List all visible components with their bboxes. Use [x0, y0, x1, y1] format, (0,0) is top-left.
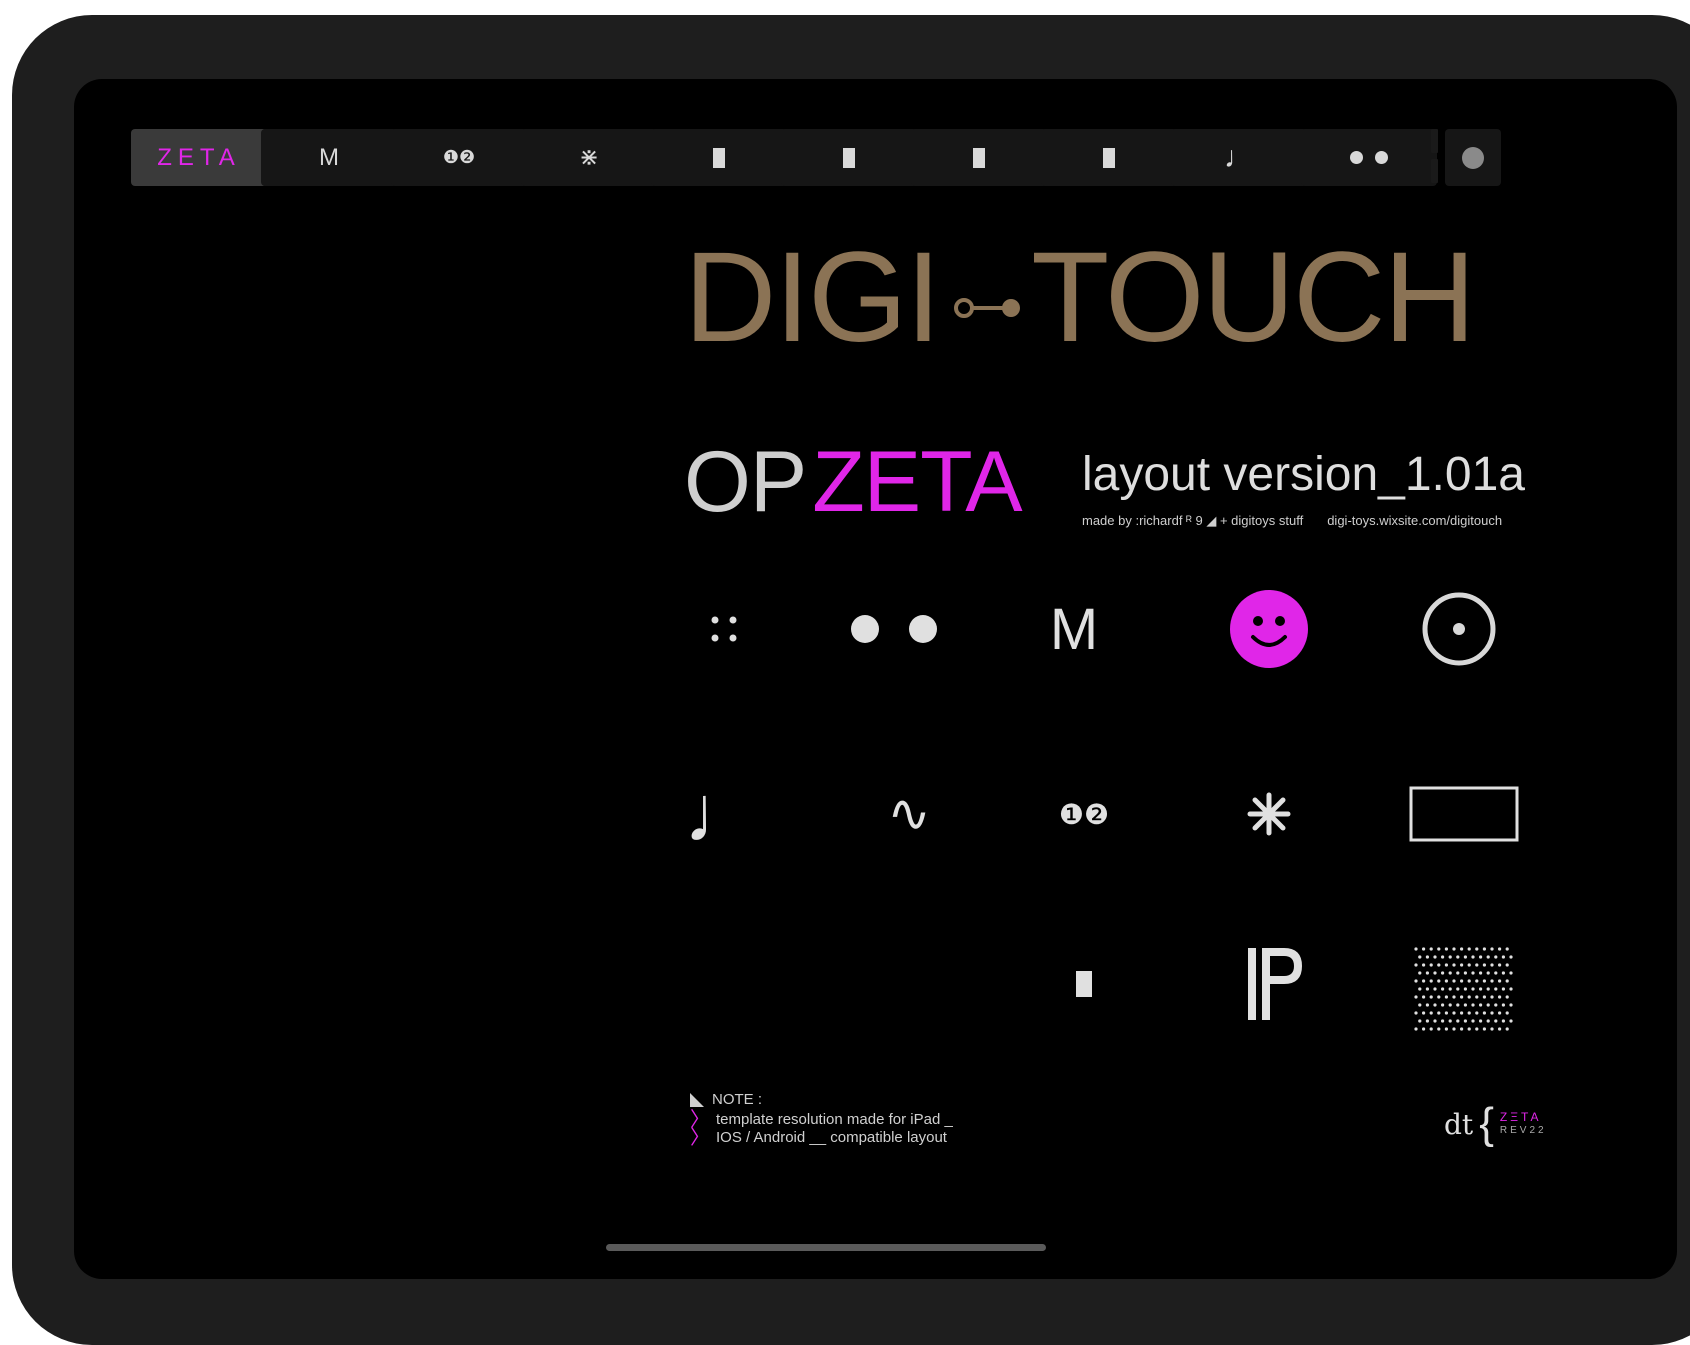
note-line-2: IOS / Android __ compatible layout: [716, 1129, 947, 1146]
m-label: M: [1049, 596, 1099, 662]
circle-icon: [1462, 146, 1484, 169]
tab-dots[interactable]: [1301, 129, 1437, 186]
triangle-icon: [690, 1093, 704, 1107]
tab-m[interactable]: M: [261, 129, 397, 186]
tab-asterisk[interactable]: ⋇: [521, 129, 657, 186]
sine-wave-icon[interactable]: ∿: [874, 779, 944, 849]
smiley-icon[interactable]: [1224, 584, 1314, 674]
screen: ZETA M ❶❷ ⋇ ♩ DIGI TOUCH OP ZETA layout …: [74, 79, 1677, 1279]
dot-grid-icon[interactable]: [1404, 939, 1524, 1039]
version-block: layout version_1.01a made by :richardf ᴿ…: [1082, 449, 1525, 529]
note-heading: NOTE :: [712, 1091, 763, 1108]
quarter-note-icon[interactable]: ♩: [684, 769, 764, 859]
tab-zeta[interactable]: ZETA: [131, 129, 267, 186]
home-indicator[interactable]: [606, 1244, 1046, 1251]
numbers-icon[interactable]: ❶❷: [1034, 784, 1134, 844]
four-dots-icon[interactable]: [694, 599, 754, 659]
subtitle: OP ZETA: [684, 434, 1023, 530]
tab-note[interactable]: ♩: [1171, 129, 1307, 186]
note-label: ♩: [684, 769, 764, 858]
two-dots-icon: [1350, 151, 1388, 164]
tab-circle[interactable]: [1445, 129, 1501, 186]
p-logo-icon[interactable]: [1234, 939, 1314, 1029]
m-icon[interactable]: M: [1034, 589, 1114, 669]
op-label: OP: [684, 434, 807, 530]
zeta-label: ZETA: [812, 434, 1022, 530]
note-line-1: template resolution made for iPad _: [716, 1111, 953, 1128]
note-block: NOTE : 〉 template resolution made for iP…: [690, 1091, 953, 1149]
tab-bar-3[interactable]: [911, 129, 1047, 186]
rectangle-icon[interactable]: [1404, 779, 1524, 849]
bracket-icon: 〉: [690, 1127, 710, 1149]
tab-bar-1[interactable]: [651, 129, 787, 186]
tab-bar-2[interactable]: [781, 129, 917, 186]
brand-logo: dt: [1444, 1107, 1474, 1141]
title-digi: DIGI: [684, 226, 941, 369]
quarter-note-icon: ♩: [1224, 140, 1254, 174]
version-label: layout version_1.01a: [1082, 448, 1525, 501]
bar-icon: [713, 147, 725, 168]
top-toolbar: ZETA M ❶❷ ⋇ ♩: [131, 129, 1671, 186]
app-title: DIGI TOUCH: [684, 234, 1604, 362]
connector-icon: [954, 298, 1021, 318]
credit-author: made by :richardf ᴿ 9 ◢ + digitoys stuff: [1082, 513, 1304, 528]
title-touch: TOUCH: [1031, 226, 1476, 369]
asterisk-icon[interactable]: [1234, 779, 1304, 849]
numbers-label: ❶❷: [1058, 798, 1110, 830]
tablet-frame: ZETA M ❶❷ ⋇ ♩ DIGI TOUCH OP ZETA layout …: [12, 15, 1690, 1345]
asterisk-icon: ⋇: [578, 144, 600, 171]
brand-line-2: REV22: [1499, 1125, 1547, 1136]
tab-numbers[interactable]: ❶❷: [391, 129, 527, 186]
brace-icon: {: [1479, 1099, 1494, 1148]
tab-label: M: [319, 143, 339, 171]
tab-bar-4[interactable]: [1041, 129, 1177, 186]
credit-url: digi-toys.wixsite.com/digitouch: [1327, 513, 1503, 528]
toolbar-separator: [1431, 129, 1438, 186]
tab-label: ZETA: [157, 143, 241, 171]
bar-icon: [843, 147, 855, 168]
brand-line-1: ZΞTA: [1499, 1110, 1542, 1124]
credit-line: made by :richardf ᴿ 9 ◢ + digitoys stuff…: [1082, 513, 1525, 529]
bar-icon: [1103, 147, 1115, 168]
bar-icon[interactable]: [1064, 959, 1104, 1009]
bar-icon: [973, 147, 985, 168]
wave-label: ∿: [887, 785, 931, 843]
brand-mark: dt { ZΞTA REV22: [1444, 1099, 1547, 1148]
tab-label: ❶❷: [442, 147, 476, 167]
two-dots-icon[interactable]: [844, 599, 944, 659]
target-circle-icon[interactable]: [1414, 584, 1504, 674]
